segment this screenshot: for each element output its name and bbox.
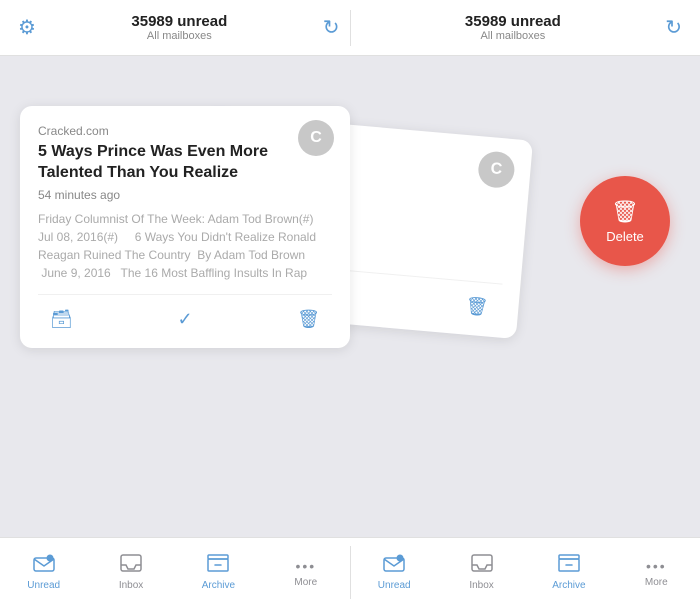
unread-icon-left [33,554,55,577]
mailbox-label-left: All mailboxes [36,30,323,42]
tab-bar-right: Unread Inbox Archive ••• [351,538,700,607]
avatar-right: C [477,150,516,189]
tab-archive-left[interactable]: Archive [175,538,262,607]
archive-button-left[interactable]: 🗃 [38,305,85,334]
tab-more-left[interactable]: ••• More [262,538,349,607]
settings-icon-left[interactable]: ⚙ [18,15,36,40]
header-center-left: 35989 unread All mailboxes [36,13,323,42]
tab-label-archive-left: Archive [202,580,235,591]
header: ⚙ 35989 unread All mailboxes ↻ 35989 unr… [0,0,700,56]
header-center-right: 35989 unread All mailboxes [361,13,666,42]
header-left: ⚙ 35989 unread All mailboxes ↻ [18,13,340,42]
refresh-icon-right[interactable]: ↻ [665,15,682,40]
email-card-left[interactable]: C Cracked.com 5 Ways Prince Was Even Mor… [20,106,350,348]
more-icon-left: ••• [295,558,316,574]
more-icon-right: ••• [646,558,667,574]
tab-label-more-right: More [645,577,668,588]
card-sender-left: Cracked.com [38,124,332,138]
archive-icon-right [558,554,580,577]
trash-button-left[interactable]: 🗑 [285,305,332,334]
archive-icon-left [207,554,229,577]
delete-button[interactable]: 🗑 Delete [580,176,670,266]
tab-bar: Unread Inbox Archive ••• [0,537,700,607]
check-button-left[interactable]: ✓ [165,305,204,334]
card-body-left: Friday Columnist Of The Week: Adam Tod B… [38,210,332,280]
tab-label-inbox-left: Inbox [119,580,143,591]
inbox-icon-right [471,554,493,577]
tab-archive-right[interactable]: Archive [525,538,612,607]
delete-label: Delete [606,229,644,244]
unread-count-right: 35989 unread [361,13,666,30]
trash-button-right[interactable]: 🗑 [452,291,501,324]
unread-count-left: 35989 unread [36,13,323,30]
header-right: 35989 unread All mailboxes ↻ [361,13,683,42]
tab-label-archive-right: Archive [552,580,585,591]
delete-trash-icon: 🗑 [611,199,639,225]
tab-label-more-left: More [294,577,317,588]
card-subject-left: 5 Ways Prince Was Even More Talented Tha… [38,142,288,184]
tab-inbox-left[interactable]: Inbox [87,538,174,607]
header-divider [350,10,351,46]
mailbox-label-right: All mailboxes [361,30,666,42]
tab-more-right[interactable]: ••• More [613,538,700,607]
inbox-icon-left [120,554,142,577]
tab-label-unread-right: Unread [378,580,411,591]
tab-unread-right[interactable]: Unread [351,538,438,607]
tab-label-inbox-right: Inbox [469,580,493,591]
tab-unread-left[interactable]: Unread [0,538,87,607]
card-time-left: 54 minutes ago [38,188,332,202]
unread-icon-right [383,554,405,577]
tab-label-unread-left: Unread [27,580,60,591]
main-area: C n Morelize The Week: Adam Tod6(#) 6 Wa… [0,56,700,537]
card-actions-left: 🗃 ✓ 🗑 [38,294,332,334]
refresh-icon-left[interactable]: ↻ [323,15,340,40]
tab-bar-left: Unread Inbox Archive ••• [0,538,350,607]
avatar-left: C [298,120,334,156]
tab-inbox-right[interactable]: Inbox [438,538,525,607]
